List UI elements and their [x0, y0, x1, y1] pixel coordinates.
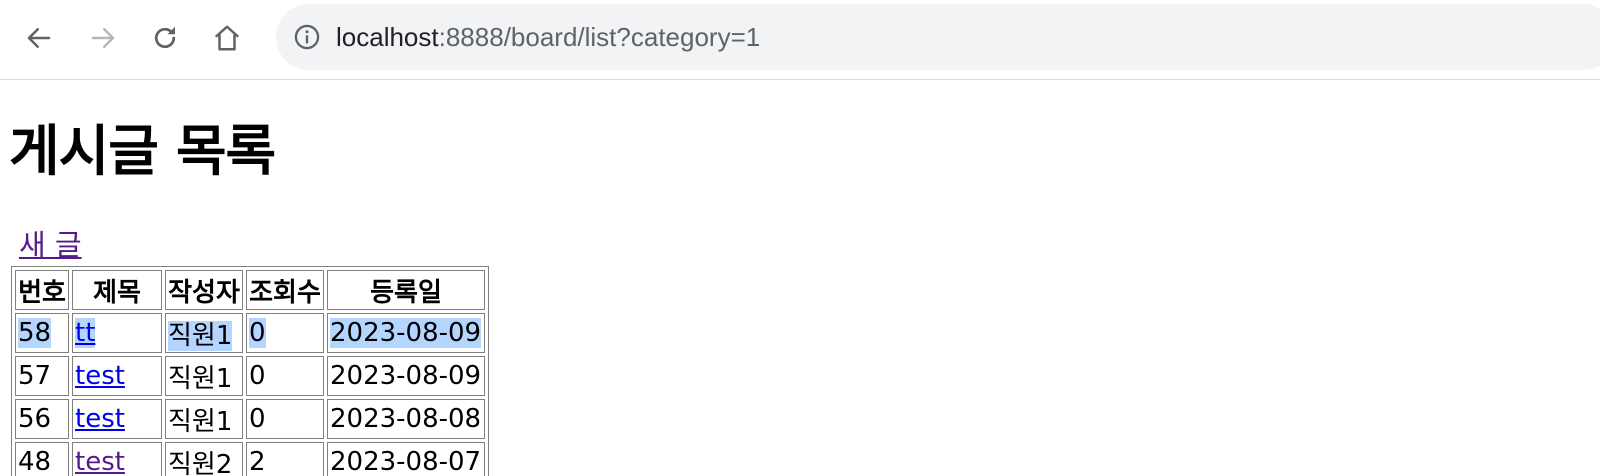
- table-row: 56 test 직원1 0 2023-08-08: [15, 399, 485, 439]
- address-bar[interactable]: localhost:8888/board/list?category=1: [276, 4, 1600, 70]
- table-row: 58 tt 직원1 0 2023-08-09: [15, 313, 485, 353]
- forward-button[interactable]: [83, 18, 123, 58]
- board-table: 번호 제목 작성자 조회수 등록일 58 tt 직원1 0 2023-08-09…: [11, 266, 489, 476]
- reload-button[interactable]: [145, 18, 185, 58]
- arrow-left-icon: [27, 28, 51, 48]
- cell-hits: 0: [246, 313, 324, 353]
- table-row: 48 test 직원2 2 2023-08-07: [15, 442, 485, 476]
- cell-hits: 0: [246, 356, 324, 396]
- cell-date: 2023-08-09: [327, 356, 485, 396]
- new-post-link[interactable]: 새 글: [19, 222, 82, 264]
- cell-title: test: [72, 399, 162, 439]
- post-title-link[interactable]: tt: [75, 318, 95, 348]
- cell-writer: 직원1: [165, 356, 243, 396]
- cell-hits: 0: [246, 399, 324, 439]
- cell-no: 57: [15, 356, 69, 396]
- cell-date: 2023-08-09: [327, 313, 485, 353]
- url-host: localhost: [336, 21, 439, 52]
- cell-date: 2023-08-08: [327, 399, 485, 439]
- post-title-link[interactable]: test: [75, 447, 125, 476]
- cell-hits: 2: [246, 442, 324, 476]
- cell-writer: 직원2: [165, 442, 243, 476]
- header-hits: 조회수: [246, 270, 324, 310]
- url-text[interactable]: localhost:8888/board/list?category=1: [336, 22, 760, 53]
- cell-no: 48: [15, 442, 69, 476]
- cell-date: 2023-08-07: [327, 442, 485, 476]
- header-writer: 작성자: [165, 270, 243, 310]
- header-date: 등록일: [327, 270, 485, 310]
- home-button[interactable]: [207, 18, 247, 58]
- browser-toolbar: localhost:8888/board/list?category=1: [0, 0, 1600, 80]
- table-header-row: 번호 제목 작성자 조회수 등록일: [15, 270, 485, 310]
- page-title: 게시글 목록: [9, 119, 276, 183]
- table-row: 57 test 직원1 0 2023-08-09: [15, 356, 485, 396]
- cell-title: test: [72, 356, 162, 396]
- cell-no: 58: [15, 313, 69, 353]
- header-no: 번호: [15, 270, 69, 310]
- site-info-button[interactable]: [292, 22, 322, 52]
- info-icon: [294, 24, 320, 50]
- home-icon: [214, 25, 240, 51]
- url-path: :8888/board/list?category=1: [438, 21, 761, 52]
- cell-no: 56: [15, 399, 69, 439]
- header-title: 제목: [72, 270, 162, 310]
- post-title-link[interactable]: test: [75, 361, 125, 391]
- reload-icon: [154, 26, 176, 49]
- cell-title: test: [72, 442, 162, 476]
- arrow-right-icon: [91, 28, 115, 48]
- post-title-link[interactable]: test: [75, 404, 125, 434]
- cell-title: tt: [72, 313, 162, 353]
- back-button[interactable]: [19, 18, 59, 58]
- cell-writer: 직원1: [165, 313, 243, 353]
- cell-writer: 직원1: [165, 399, 243, 439]
